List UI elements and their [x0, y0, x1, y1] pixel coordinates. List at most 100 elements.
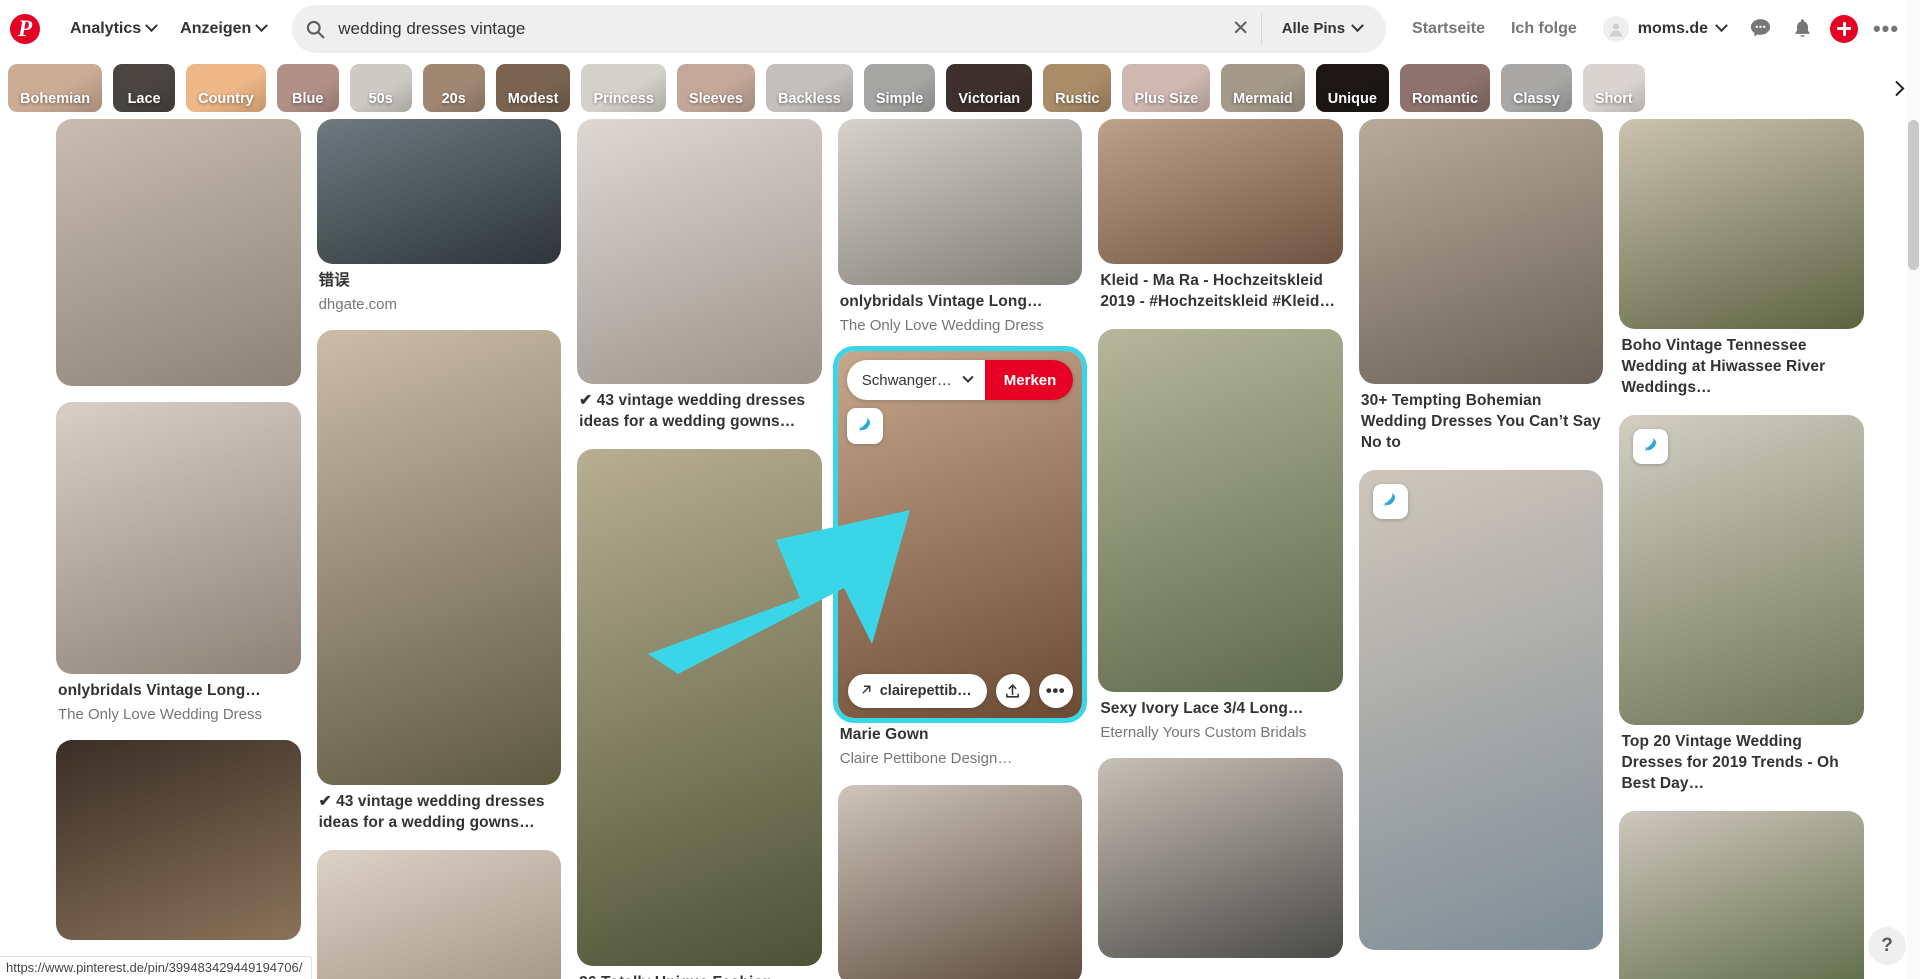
filter-chip-unique[interactable]: Unique	[1316, 64, 1389, 112]
save-button[interactable]: Merken	[984, 360, 1074, 401]
pin-image[interactable]	[1098, 758, 1343, 959]
pin-card[interactable]	[837, 784, 1083, 979]
clear-search-icon[interactable]: ✕	[1221, 16, 1261, 41]
saved-flame-icon[interactable]	[1372, 483, 1408, 519]
filter-chip-country[interactable]: Country	[186, 64, 266, 112]
pin-title: Boho Vintage Tennessee Wedding at Hiwass…	[1621, 337, 1826, 396]
filter-chip-20s[interactable]: 20s	[423, 64, 485, 112]
board-select-dropdown[interactable]: Schwanger…	[846, 360, 985, 401]
chevron-down-icon	[962, 371, 974, 384]
pin-card[interactable]: Top 20 Vintage Wedding Dresses for 2019 …	[1619, 414, 1865, 795]
nav-item-startseite-label: Startseite	[1412, 19, 1485, 37]
pin-card[interactable]: ✔ 43 vintage wedding dresses ideas for a…	[577, 119, 822, 433]
filter-chip-victorian[interactable]: Victorian	[946, 64, 1032, 112]
pinterest-logo-icon[interactable]: P	[10, 13, 40, 44]
search-input[interactable]	[338, 18, 1221, 39]
header-right-cluster: Startseite Ich folge moms.de •••	[1400, 8, 1906, 50]
share-upload-icon[interactable]	[995, 674, 1030, 709]
pin-image[interactable]	[1619, 810, 1865, 979]
pin-image[interactable]	[1098, 119, 1343, 264]
filter-chip-label: Sleeves	[688, 91, 743, 107]
saved-flame-icon[interactable]	[1633, 428, 1669, 464]
pin-title: Top 20 Vintage Wedding Dresses for 2019 …	[1621, 732, 1839, 792]
filter-chip-50s[interactable]: 50s	[350, 64, 412, 112]
pin-card[interactable]	[1358, 469, 1604, 950]
filter-chip-label: Modest	[507, 91, 559, 107]
filter-chip-plus-size[interactable]: Plus Size	[1122, 64, 1210, 112]
pin-image[interactable]	[1098, 328, 1343, 692]
pin-image[interactable]	[577, 448, 822, 966]
chevron-down-icon	[1715, 19, 1728, 33]
pin-image[interactable]	[56, 119, 301, 386]
filter-chip-romantic[interactable]: Romantic	[1400, 64, 1490, 112]
filter-chip-lace[interactable]: Lace	[113, 64, 175, 112]
pin-card[interactable]	[316, 850, 562, 979]
pin-column: onlybridals Vintage Long… The Only Love W…	[832, 119, 1088, 979]
saved-flame-icon[interactable]	[846, 408, 883, 445]
filter-chip-rustic[interactable]: Rustic	[1043, 64, 1111, 112]
pin-card[interactable]: Boho Vintage Tennessee Wedding at Hiwass…	[1619, 119, 1865, 399]
nav-item-anzeigen-label: Anzeigen	[180, 19, 252, 37]
search-scope-dropdown[interactable]: Alle Pins	[1262, 19, 1382, 37]
page-scrollbar-thumb[interactable]	[1908, 120, 1919, 270]
pin-source-link[interactable]: clairepettib…	[847, 674, 987, 709]
filter-chip-mermaid[interactable]: Mermaid	[1221, 64, 1305, 112]
pin-card[interactable]: 36 Totally Unique Fashion Forward	[577, 448, 822, 979]
pin-image[interactable]	[837, 784, 1083, 979]
messages-icon[interactable]	[1740, 9, 1780, 49]
filter-chip-label: Romantic	[1411, 91, 1479, 107]
pin-image[interactable]	[316, 119, 562, 264]
filter-chip-modest[interactable]: Modest	[496, 64, 571, 112]
pin-image[interactable]	[1619, 414, 1865, 725]
help-button[interactable]: ?	[1868, 927, 1906, 965]
more-options-icon[interactable]: •••	[1866, 9, 1906, 49]
notifications-icon[interactable]	[1782, 9, 1822, 49]
filter-chip-classy[interactable]: Classy	[1501, 64, 1572, 112]
pin-image[interactable]	[1358, 119, 1604, 384]
pin-image[interactable]	[56, 740, 301, 941]
filter-chip-backless[interactable]: Backless	[766, 64, 853, 112]
filter-chip-label: Rustic	[1055, 91, 1100, 107]
pin-card-hovered[interactable]: Schwanger… Merken clairepettib… ••• Marie Go…	[832, 346, 1088, 768]
nav-item-anzeigen[interactable]: Anzeigen	[168, 12, 278, 46]
filter-chip-bohemian[interactable]: Bohemian	[8, 64, 102, 112]
pin-card[interactable]: 30+ Tempting Bohemian Wedding Dresses Yo…	[1358, 119, 1604, 454]
search-icon	[292, 19, 338, 39]
pin-card[interactable]: onlybridals Vintage Long… The Only Love W…	[837, 119, 1083, 335]
pin-card[interactable]: Kleid - Ma Ra - Hochzeitskleid 2019 - #H…	[1098, 119, 1343, 313]
filter-chip-sleeves[interactable]: Sleeves	[677, 64, 755, 112]
pin-image[interactable]	[837, 119, 1083, 285]
account-menu[interactable]: moms.de	[1591, 8, 1738, 50]
pin-image[interactable]	[577, 119, 822, 384]
more-dots-icon[interactable]: •••	[1038, 674, 1073, 709]
filter-chip-label: Lace	[127, 91, 161, 107]
pin-column: 30+ Tempting Bohemian Wedding Dresses Yo…	[1358, 119, 1604, 966]
pin-image[interactable]	[1358, 469, 1604, 950]
pin-card[interactable]: onlybridals Vintage Long… The Only Love W…	[56, 402, 301, 724]
pin-card[interactable]	[1098, 758, 1343, 959]
create-plus-icon[interactable]	[1824, 9, 1864, 49]
filter-chip-short[interactable]: Short	[1583, 64, 1645, 112]
pin-image[interactable]	[316, 850, 562, 979]
pin-card[interactable]	[1619, 810, 1865, 979]
pin-title: ✔ 43 vintage wedding dresses ideas for a…	[579, 392, 806, 430]
filter-chip-princess[interactable]: Princess	[581, 64, 665, 112]
search-bar[interactable]: ✕ Alle Pins	[292, 4, 1387, 53]
pin-card[interactable]: ✔ 43 vintage wedding dresses ideas for a…	[316, 330, 562, 834]
nav-item-startseite[interactable]: Startseite	[1400, 12, 1497, 46]
pin-card[interactable]	[56, 740, 301, 941]
pin-card[interactable]: 错误 dhgate.com	[316, 119, 562, 314]
pin-image[interactable]: Schwanger… Merken clairepettib… •••	[832, 346, 1088, 724]
pin-card[interactable]	[56, 119, 301, 386]
board-select-label: Schwanger…	[861, 371, 952, 389]
pin-image[interactable]	[316, 330, 562, 786]
pin-card[interactable]: Sexy Ivory Lace 3/4 Long… Eternally Yours…	[1098, 328, 1343, 742]
avatar	[1602, 15, 1629, 42]
pin-image[interactable]	[1619, 119, 1865, 329]
nav-item-ich-folge[interactable]: Ich folge	[1499, 12, 1589, 46]
nav-item-analytics[interactable]: Analytics	[58, 12, 168, 46]
pin-image[interactable]	[56, 402, 301, 674]
filter-chip-blue[interactable]: Blue	[277, 64, 339, 112]
filter-chip-simple[interactable]: Simple	[864, 64, 936, 112]
pin-title: 30+ Tempting Bohemian Wedding Dresses Yo…	[1360, 392, 1601, 451]
